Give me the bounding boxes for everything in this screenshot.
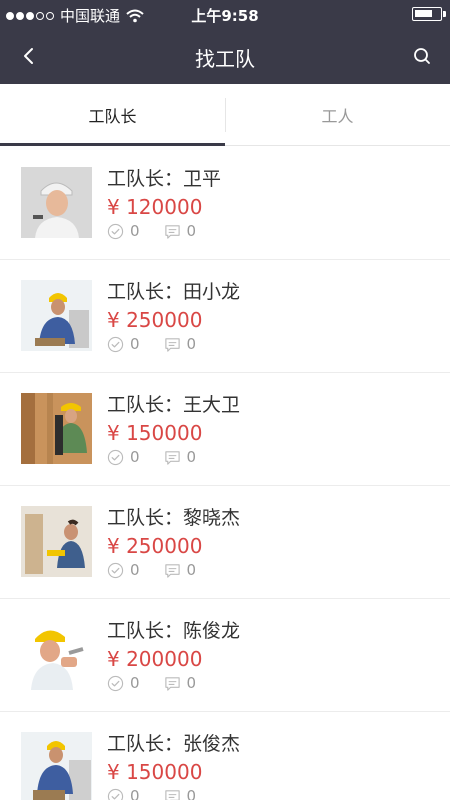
leader-name: 卫平	[183, 168, 222, 190]
role-label: 工队长：	[107, 394, 184, 416]
stats: 0 0	[107, 561, 220, 579]
list-item[interactable]: 工队长：田小龙 ¥ 250000 0 0	[0, 260, 450, 373]
comment-icon	[164, 676, 180, 691]
search-icon	[414, 48, 430, 64]
price: ¥ 250000	[107, 308, 203, 332]
role-label: 工队长：	[107, 507, 184, 529]
leader-name: 张俊杰	[183, 733, 241, 755]
avatar	[21, 167, 92, 238]
price: ¥ 200000	[107, 647, 203, 671]
tab-team-leader[interactable]: 工队长	[0, 84, 225, 146]
avatar	[21, 619, 92, 690]
completed-stat: 0	[107, 787, 140, 800]
check-circle-icon	[107, 449, 124, 465]
leader-name-line: 工队长：黎晓杰	[107, 503, 240, 530]
comment-stat: 0	[164, 561, 197, 579]
comment-stat: 0	[164, 335, 197, 353]
leader-name: 王大卫	[183, 394, 241, 416]
stats: 0 0	[107, 222, 220, 240]
tab-worker[interactable]: 工人	[225, 84, 450, 145]
comment-icon	[164, 789, 180, 800]
navbar: 找工队	[0, 28, 450, 84]
comment-stat: 0	[164, 787, 197, 800]
leader-name: 黎晓杰	[183, 507, 241, 529]
check-circle-icon	[107, 336, 124, 352]
tab-team-leader-label: 工队长	[88, 106, 137, 126]
status-time: 上午9:58	[191, 7, 259, 25]
check-circle-icon	[107, 788, 124, 800]
role-label: 工队长：	[107, 620, 184, 642]
comment-count: 0	[186, 787, 197, 800]
comment-count: 0	[186, 222, 197, 240]
comment-icon	[164, 563, 180, 578]
comment-count: 0	[186, 335, 197, 353]
page-title: 找工队	[195, 47, 255, 71]
comment-count: 0	[186, 674, 197, 692]
avatar	[21, 280, 92, 351]
check-circle-icon	[107, 562, 124, 578]
tab-divider	[225, 98, 226, 132]
completed-count: 0	[130, 448, 140, 466]
leader-name-line: 工队长：张俊杰	[107, 729, 240, 756]
tab-worker-label: 工人	[321, 106, 354, 126]
leader-name-line: 工队长：王大卫	[107, 390, 240, 417]
price: ¥ 120000	[107, 195, 203, 219]
list-item[interactable]: 工队长：张俊杰 ¥ 150000 0 0	[0, 712, 450, 800]
active-tab-indicator	[0, 143, 225, 146]
check-circle-icon	[107, 223, 124, 239]
role-label: 工队长：	[107, 168, 184, 190]
battery-icon	[412, 7, 446, 21]
comment-count: 0	[186, 561, 197, 579]
leader-name: 田小龙	[183, 281, 241, 303]
list-item[interactable]: 工队长：王大卫 ¥ 150000 0 0	[0, 373, 450, 486]
completed-stat: 0	[107, 222, 140, 240]
avatar	[21, 732, 92, 800]
list-item[interactable]: 工队长：陈俊龙 ¥ 200000 0 0	[0, 599, 450, 712]
leader-name: 陈俊龙	[183, 620, 241, 642]
completed-count: 0	[130, 787, 140, 800]
avatar	[21, 393, 92, 464]
search-button[interactable]	[408, 42, 436, 70]
comment-stat: 0	[164, 448, 197, 466]
leader-name-line: 工队长：卫平	[107, 164, 221, 191]
battery-level	[415, 10, 432, 17]
stats: 0 0	[107, 335, 220, 353]
list-item[interactable]: 工队长：卫平 ¥ 120000 0 0	[0, 147, 450, 260]
price: ¥ 150000	[107, 421, 203, 445]
comment-icon	[164, 337, 180, 352]
completed-stat: 0	[107, 335, 140, 353]
completed-count: 0	[130, 561, 140, 579]
completed-count: 0	[130, 222, 140, 240]
price: ¥ 250000	[107, 534, 203, 558]
status-bar: 中国联通 上午9:58	[0, 0, 450, 28]
completed-stat: 0	[107, 448, 140, 466]
stats: 0 0	[107, 674, 220, 692]
role-label: 工队长：	[107, 281, 184, 303]
stats: 0 0	[107, 787, 220, 800]
stats: 0 0	[107, 448, 220, 466]
completed-count: 0	[130, 335, 140, 353]
completed-count: 0	[130, 674, 140, 692]
tab-bar: 工队长 工人	[0, 84, 450, 146]
avatar	[21, 506, 92, 577]
role-label: 工队长：	[107, 733, 184, 755]
comment-stat: 0	[164, 674, 197, 692]
comment-stat: 0	[164, 222, 197, 240]
leader-name-line: 工队长：陈俊龙	[107, 616, 240, 643]
completed-stat: 0	[107, 561, 140, 579]
leader-name-line: 工队长：田小龙	[107, 277, 240, 304]
comment-icon	[164, 450, 180, 465]
team-leader-list: 工队长：卫平 ¥ 120000 0 0 工队长：田小龙 ¥ 250000 0 0…	[0, 147, 450, 800]
comment-icon	[164, 224, 180, 239]
comment-count: 0	[186, 448, 197, 466]
completed-stat: 0	[107, 674, 140, 692]
price: ¥ 150000	[107, 760, 203, 784]
check-circle-icon	[107, 675, 124, 691]
list-item[interactable]: 工队长：黎晓杰 ¥ 250000 0 0	[0, 486, 450, 599]
